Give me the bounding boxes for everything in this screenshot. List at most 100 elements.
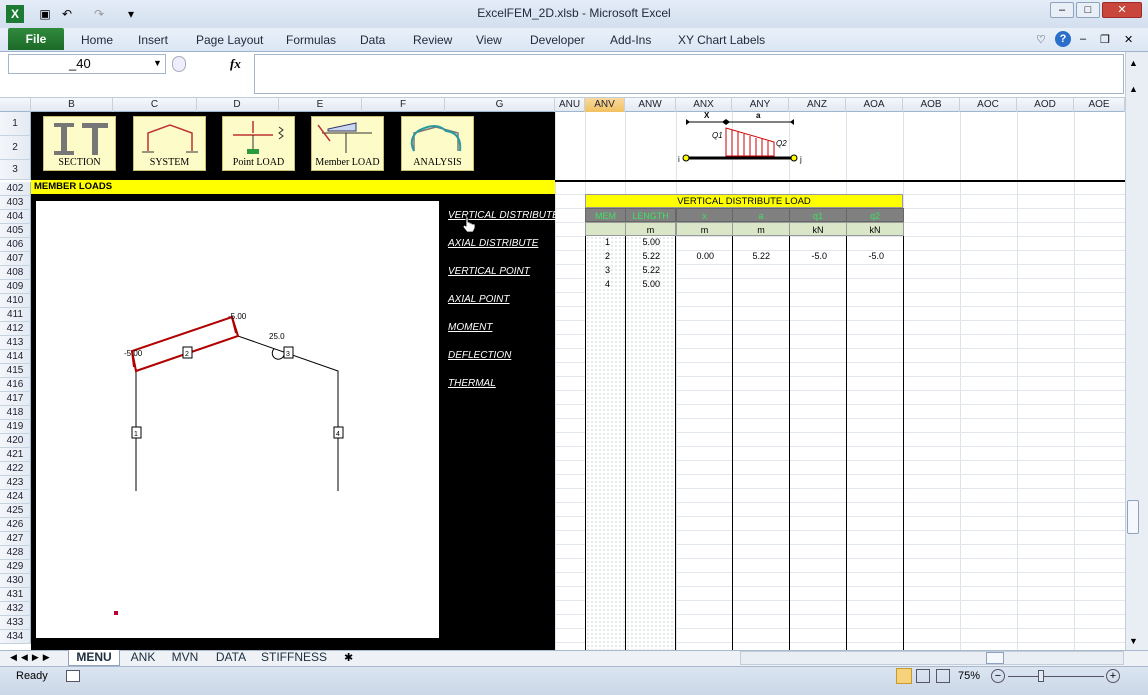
ribbon-tab[interactable]: XY Chart Labels [678, 33, 765, 47]
row-header[interactable]: 418 [0, 406, 31, 420]
load-link[interactable]: THERMAL [448, 378, 496, 389]
table-cell[interactable]: 1 [585, 237, 610, 247]
ribbon-tab[interactable]: Formulas [286, 33, 336, 47]
horizontal-scroll-thumb[interactable] [986, 652, 1004, 664]
row-header[interactable]: 426 [0, 518, 31, 532]
column-header[interactable]: D [196, 98, 279, 112]
row-header[interactable]: 3 [0, 160, 31, 180]
row-header[interactable]: 427 [0, 532, 31, 546]
row-header[interactable]: 405 [0, 224, 31, 238]
table-cell[interactable]: 0.00 [676, 251, 714, 261]
table-cell[interactable]: -5.0 [846, 251, 884, 261]
system-button[interactable]: SYSTEM [133, 116, 206, 171]
sheet-tab[interactable]: MVN [164, 650, 206, 666]
row-header[interactable]: 429 [0, 560, 31, 574]
row-header[interactable]: 433 [0, 616, 31, 630]
row-header[interactable]: 415 [0, 364, 31, 378]
row-header[interactable]: 403 [0, 196, 31, 210]
row-header[interactable]: 419 [0, 420, 31, 434]
row-header[interactable]: 420 [0, 434, 31, 448]
zoom-slider-thumb[interactable] [1038, 670, 1044, 682]
row-header[interactable]: 434 [0, 630, 31, 644]
point-load-button[interactable]: Point LOAD [222, 116, 295, 171]
column-header[interactable]: ANX [676, 98, 732, 112]
doc-close-icon[interactable]: ✕ [1124, 33, 1133, 46]
name-box-dropdown-icon[interactable]: ▼ [153, 58, 162, 68]
row-header[interactable]: 411 [0, 308, 31, 322]
load-link[interactable]: AXIAL POINT [448, 294, 510, 305]
zoom-slider[interactable] [1008, 676, 1104, 677]
doc-restore-icon[interactable]: ❐ [1100, 33, 1110, 46]
zoom-level[interactable]: 75% [958, 670, 980, 682]
sheet-tab[interactable]: STIFFNESS [256, 650, 332, 666]
scroll-up-icon[interactable]: ▲ [1129, 58, 1138, 68]
load-link[interactable]: VERTICAL POINT [448, 266, 530, 277]
formula-input[interactable] [254, 54, 1124, 94]
column-header[interactable]: AOB [903, 98, 960, 112]
row-header[interactable]: 404 [0, 210, 31, 224]
ribbon-tab[interactable]: Insert [138, 33, 168, 47]
zoom-in-icon[interactable]: + [1106, 669, 1120, 683]
row-header[interactable]: 1 [0, 112, 31, 136]
row-header[interactable]: 402 [0, 182, 31, 196]
column-header[interactable]: E [279, 98, 362, 112]
row-header[interactable]: 413 [0, 336, 31, 350]
column-header[interactable]: F [362, 98, 445, 112]
row-header[interactable]: 406 [0, 238, 31, 252]
column-header[interactable]: AOC [960, 98, 1017, 112]
column-header[interactable]: B [31, 98, 113, 112]
column-header[interactable]: AOE [1074, 98, 1125, 112]
horizontal-scrollbar[interactable] [740, 651, 1124, 665]
formula-bar-handle[interactable] [172, 56, 186, 72]
normal-view-icon[interactable] [896, 668, 912, 684]
row-header[interactable]: 421 [0, 448, 31, 462]
frame-canvas[interactable]: -5.00 -5.00 25.0 1 2 3 4 [36, 201, 439, 638]
table-cell[interactable]: 5.00 [625, 279, 660, 289]
row-header[interactable]: 409 [0, 280, 31, 294]
row-header[interactable]: 416 [0, 378, 31, 392]
row-header[interactable]: 2 [0, 136, 31, 160]
table-cell[interactable]: 3 [585, 265, 610, 275]
row-header[interactable]: 432 [0, 602, 31, 616]
table-cell[interactable]: 2 [585, 251, 610, 261]
column-header[interactable]: AOA [846, 98, 903, 112]
ribbon-tab[interactable]: Add-Ins [610, 33, 651, 47]
ribbon-tab[interactable]: Page Layout [196, 33, 263, 47]
column-header[interactable]: ANV [585, 98, 625, 112]
row-header[interactable]: 417 [0, 392, 31, 406]
row-header[interactable]: 412 [0, 322, 31, 336]
table-cell[interactable]: 5.22 [732, 251, 770, 261]
ribbon-tab[interactable]: Data [360, 33, 385, 47]
section-button[interactable]: SECTION [43, 116, 116, 171]
table-cell[interactable]: 5.22 [625, 251, 660, 261]
doc-minimize-icon[interactable]: – [1080, 33, 1086, 45]
insert-function-icon[interactable]: fx [230, 54, 252, 74]
vertical-scrollbar[interactable] [1125, 52, 1148, 650]
maximize-button[interactable]: □ [1076, 2, 1100, 18]
tab-nav-arrows-icon[interactable]: ◀◀▶▶ [10, 652, 54, 663]
row-header[interactable]: 424 [0, 490, 31, 504]
row-header[interactable]: 430 [0, 574, 31, 588]
row-header[interactable]: 423 [0, 476, 31, 490]
row-header[interactable]: 425 [0, 504, 31, 518]
table-cell[interactable]: 5.22 [625, 265, 660, 275]
row-header[interactable]: 422 [0, 462, 31, 476]
ribbon-tab[interactable]: View [476, 33, 502, 47]
sheet-tab[interactable]: ANK [124, 650, 162, 666]
insert-sheet-icon[interactable]: ✱ [344, 651, 353, 664]
row-header[interactable]: 428 [0, 546, 31, 560]
scroll-thumb[interactable] [1127, 500, 1139, 534]
ribbon-tab[interactable]: Home [81, 33, 113, 47]
ribbon-tab[interactable]: Developer [530, 33, 585, 47]
column-header[interactable]: G [445, 98, 555, 112]
file-tab[interactable]: File [8, 28, 64, 50]
corner-select-all[interactable] [0, 98, 31, 112]
macro-record-icon[interactable] [66, 670, 80, 682]
load-link[interactable]: DEFLECTION [448, 350, 511, 361]
column-header[interactable]: C [113, 98, 197, 112]
column-header[interactable]: AOD [1017, 98, 1074, 112]
minimize-button[interactable]: – [1050, 2, 1074, 18]
row-header[interactable]: 431 [0, 588, 31, 602]
scroll-down-icon[interactable]: ▼ [1129, 636, 1138, 646]
row-header[interactable]: 414 [0, 350, 31, 364]
